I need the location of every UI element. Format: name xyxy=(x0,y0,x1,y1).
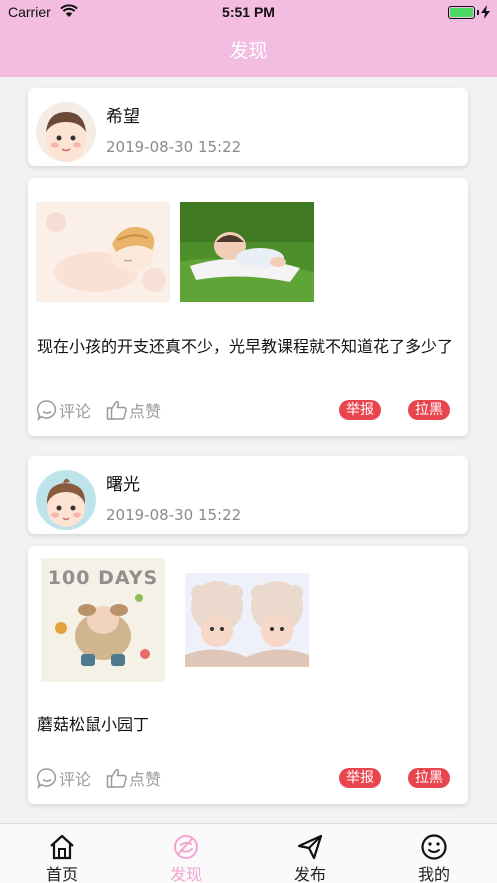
status-bar: Carrier 5:51 PM xyxy=(0,0,497,26)
battery-icon xyxy=(448,6,475,19)
comment-icon xyxy=(36,400,57,421)
username[interactable]: 曙光 xyxy=(106,470,140,495)
tab-discover[interactable]: 发现 xyxy=(124,824,248,883)
avatar[interactable] xyxy=(36,470,96,530)
post-photo[interactable] xyxy=(185,573,309,667)
tab-label: 发现 xyxy=(169,865,202,883)
comment-button[interactable]: 评论 xyxy=(36,766,91,790)
post-photo[interactable]: 100 DAYS xyxy=(41,558,165,682)
tab-bar: 首页 发现 发布 我的 xyxy=(0,823,497,883)
tab-home[interactable]: 首页 xyxy=(0,824,124,883)
post-body-card: 现在小孩的开支还真不少，光早教课程就不知道花了多少了 评论 点赞 举报 拉黑 xyxy=(28,178,468,436)
post-time: 2019-08-30 15:22 xyxy=(106,138,242,156)
like-button[interactable]: 点赞 xyxy=(106,766,161,790)
like-label: 点赞 xyxy=(129,402,162,421)
navigation-bar: Carrier 5:51 PM 发现 xyxy=(0,0,497,77)
comment-button[interactable]: 评论 xyxy=(36,398,91,422)
svg-text:100 DAYS: 100 DAYS xyxy=(48,567,158,589)
profile-icon xyxy=(421,834,447,860)
avatar[interactable] xyxy=(36,102,96,162)
thumbs-up-icon xyxy=(106,400,127,420)
comment-label: 评论 xyxy=(59,770,92,789)
send-icon xyxy=(297,834,323,860)
report-button[interactable]: 举报 xyxy=(339,400,381,420)
username[interactable]: 希望 xyxy=(106,102,140,127)
like-label: 点赞 xyxy=(129,770,162,789)
post-photo[interactable] xyxy=(180,202,314,302)
status-time: 5:51 PM xyxy=(222,4,275,20)
battery-tip xyxy=(477,10,479,15)
report-button[interactable]: 举报 xyxy=(339,768,381,788)
tab-label: 首页 xyxy=(45,865,78,883)
comment-icon xyxy=(36,768,57,789)
post-photo[interactable] xyxy=(36,202,170,302)
page-title: 发现 xyxy=(229,40,268,62)
post-text: 蘑菇松鼠小园丁 xyxy=(37,715,150,734)
post-time: 2019-08-30 15:22 xyxy=(106,506,242,524)
thumbs-up-icon xyxy=(106,768,127,788)
like-button[interactable]: 点赞 xyxy=(106,398,161,422)
tab-profile[interactable]: 我的 xyxy=(372,824,496,883)
block-button[interactable]: 拉黑 xyxy=(408,400,450,420)
block-button[interactable]: 拉黑 xyxy=(408,768,450,788)
charging-icon xyxy=(481,5,490,19)
post-body-card: 100 DAYS 蘑菇松鼠小园丁 评论 点赞 举报 拉黑 xyxy=(28,546,468,804)
home-icon xyxy=(50,834,74,860)
post-header-card[interactable]: 希望 2019-08-30 15:22 xyxy=(28,88,468,166)
post-text: 现在小孩的开支还真不少，光早教课程就不知道花了多少了 xyxy=(37,337,454,356)
tab-publish[interactable]: 发布 xyxy=(248,824,372,883)
comment-label: 评论 xyxy=(59,402,92,421)
tab-label: 我的 xyxy=(417,865,450,883)
post-header-card[interactable]: 曙光 2019-08-30 15:22 xyxy=(28,456,468,534)
tab-label: 发布 xyxy=(293,865,326,883)
discover-icon xyxy=(174,835,198,859)
